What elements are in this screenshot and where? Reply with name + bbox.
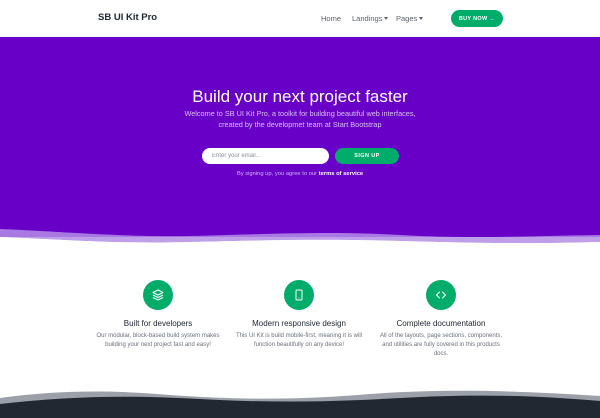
feature-description: This UI Kit is build mobile-first, meani… <box>235 333 363 348</box>
feature-title: Modern responsive design <box>252 319 346 328</box>
nav-dropdown-pages[interactable]: Pages <box>396 14 424 23</box>
chevron-down-icon <box>419 17 424 20</box>
terms-text: By signing up, you agree to our <box>236 171 319 177</box>
code-icon <box>426 280 456 310</box>
hero-subtitle: Welcome to SB UI Kit Pro, a toolkit for … <box>0 109 600 130</box>
buy-now-button[interactable]: BUY NOW → <box>451 10 503 27</box>
feature-documentation: Complete documentation All of the layout… <box>371 280 511 358</box>
nav-dropdown-landings[interactable]: Landings <box>352 14 389 23</box>
footer-wave <box>0 390 600 418</box>
email-input[interactable] <box>202 148 329 164</box>
feature-developers: Built for developers Our modular, block-… <box>88 280 228 350</box>
hero-subtitle-line: Welcome to SB UI Kit Pro, a toolkit for … <box>184 109 416 118</box>
nav-dropdown-landings-label: Landings <box>352 14 383 23</box>
hero-section <box>0 37 600 237</box>
nav-dropdown-pages-label: Pages <box>396 14 418 23</box>
nav-link-home[interactable]: Home <box>321 14 341 23</box>
hero-wave-divider <box>0 218 600 248</box>
layers-icon <box>143 280 173 310</box>
feature-title: Complete documentation <box>396 319 486 328</box>
terms-notice: By signing up, you agree to our terms of… <box>0 171 600 177</box>
hero-title: Build your next project faster <box>192 87 408 106</box>
brand-logo[interactable]: SB UI Kit Pro <box>98 12 157 23</box>
sign-up-button[interactable]: SIGN UP <box>335 148 399 164</box>
hero-subtitle-line: created by the developmet team at Start … <box>218 119 382 129</box>
smartphone-icon <box>284 280 314 310</box>
chevron-down-icon <box>384 17 389 20</box>
feature-responsive: Modern responsive design This UI Kit is … <box>229 280 369 350</box>
feature-description: Our modular, block-based build system ma… <box>96 333 220 348</box>
terms-of-service-link[interactable]: terms of service <box>319 171 363 177</box>
navbar: SB UI Kit Pro Home Landings Pages BUY NO… <box>0 0 600 37</box>
nav-link-home-label: Home <box>321 14 342 23</box>
feature-description: All of the layouts, page sections, compo… <box>379 333 503 357</box>
feature-title: Built for developers <box>123 319 193 328</box>
